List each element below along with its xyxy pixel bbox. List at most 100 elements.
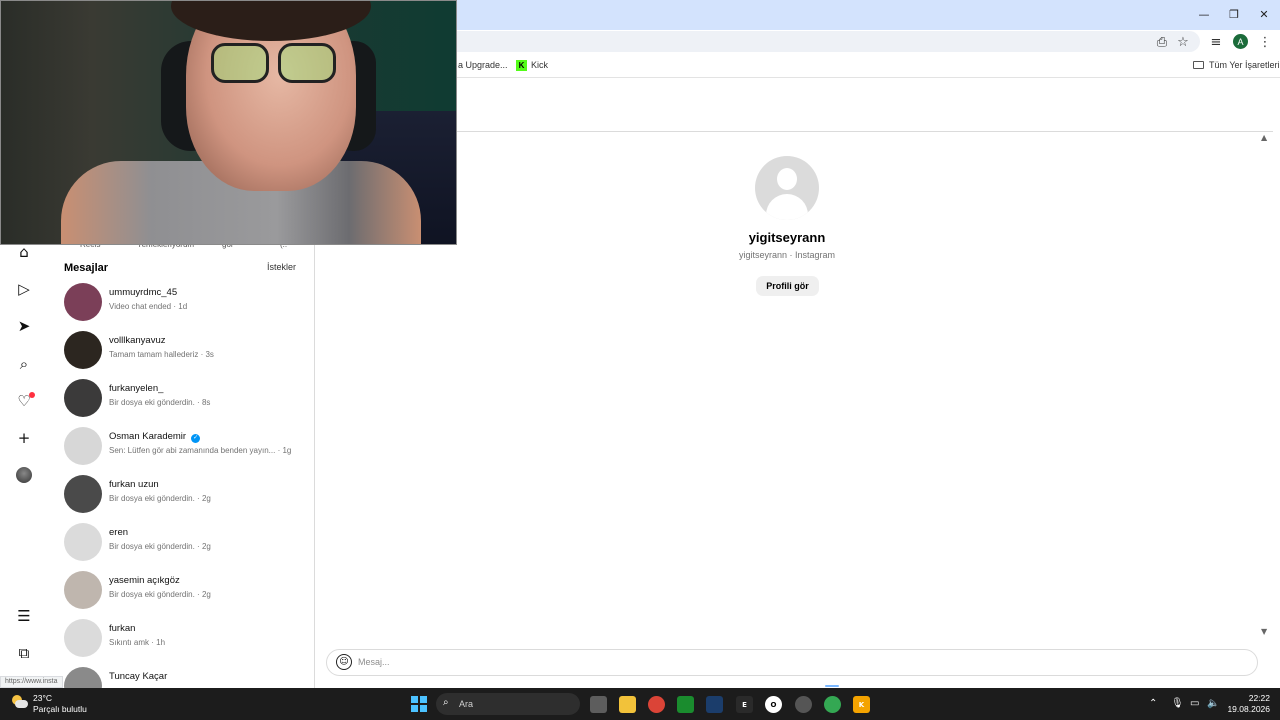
- conversation-name-text: furkan: [109, 623, 136, 634]
- chat-profile-avatar: [755, 156, 819, 220]
- search-icon[interactable]: ⌕: [14, 354, 34, 374]
- active-app-indicator: [825, 685, 839, 687]
- file-explorer-icon[interactable]: [619, 696, 636, 713]
- conversation-name-text: ummuyrdmc_45: [109, 287, 178, 298]
- tray-overflow-icon[interactable]: ⌃: [1149, 698, 1157, 709]
- scroll-down-icon[interactable]: ▼: [1261, 627, 1267, 636]
- conversation-name: Osman Karademir ✓: [109, 431, 201, 443]
- conversation-avatar: [64, 379, 102, 417]
- chrome-icon[interactable]: [648, 696, 665, 713]
- emoji-icon[interactable]: ☺: [336, 654, 352, 670]
- clock-date[interactable]: 19.08.2026: [1222, 704, 1270, 714]
- status-url-bubble: https://www.insta: [0, 676, 63, 688]
- apps-icon[interactable]: ⧉: [14, 643, 34, 663]
- weather-temperature[interactable]: 23°C: [33, 693, 52, 703]
- obs-icon[interactable]: O: [765, 696, 782, 713]
- view-profile-button[interactable]: Profili gör: [756, 276, 819, 296]
- scroll-up-icon[interactable]: ▲: [1261, 133, 1267, 142]
- minimize-icon[interactable]: —: [1194, 6, 1214, 22]
- chat-profile-name: yigitseyrann: [748, 230, 826, 245]
- weather-icon[interactable]: [12, 695, 28, 709]
- home-icon[interactable]: ⌂: [14, 242, 34, 262]
- chat-profile-subtitle: yigitseyrann · Instagram: [738, 250, 836, 260]
- reading-list-icon[interactable]: ≡: [1207, 33, 1225, 51]
- chat-header-divider: [315, 131, 1273, 132]
- conversation-name-text: Tuncay Kaçar: [109, 671, 168, 682]
- taskbar-search-icon: ⌕: [443, 697, 449, 708]
- conversation-preview: Bir dosya eki gönderdin. · 8s: [109, 398, 211, 407]
- folder-icon: [1193, 61, 1204, 69]
- conversation-name: volllkanyavuz: [109, 335, 166, 346]
- messages-icon[interactable]: ➤: [14, 316, 34, 336]
- glasses-left-lens: [211, 43, 269, 83]
- conversation-preview: Bir dosya eki gönderdin. · 2g: [109, 590, 211, 599]
- conversation-avatar: [64, 283, 102, 321]
- browser-profile-avatar[interactable]: A: [1233, 34, 1248, 49]
- conversation-name-text: furkanyelen_: [109, 383, 164, 394]
- profile-avatar[interactable]: [16, 467, 32, 483]
- conversation-name: furkan uzun: [109, 479, 159, 490]
- restore-icon[interactable]: ❐: [1224, 6, 1244, 22]
- settings-app-icon[interactable]: [795, 696, 812, 713]
- conversation-name: eren: [109, 527, 128, 538]
- conversation-name-text: volllkanyavuz: [109, 335, 166, 346]
- messages-title: Mesajlar: [64, 262, 109, 274]
- conversation-name: furkan: [109, 623, 135, 634]
- bookmark-kick[interactable]: Kick: [531, 60, 548, 70]
- requests-link[interactable]: İstekler: [267, 262, 296, 272]
- reels-icon[interactable]: ▷: [14, 279, 34, 299]
- windows-taskbar: [0, 688, 1280, 720]
- conversation-avatar: [64, 331, 102, 369]
- conversation-row[interactable]: furkan uzun Bir dosya eki gönderdin. · 2g: [62, 473, 312, 517]
- browser-menu-icon[interactable]: ⋮: [1256, 33, 1274, 51]
- install-app-icon[interactable]: ⎙: [1153, 33, 1171, 51]
- taskbar-search-label: Ara: [459, 699, 474, 709]
- conversation-row[interactable]: eren Bir dosya eki gönderdin. · 2g: [62, 521, 312, 565]
- conversation-name-text: Osman Karademir: [109, 431, 187, 442]
- address-bar[interactable]: [440, 31, 1200, 52]
- bookmark-star-icon[interactable]: ☆: [1174, 33, 1192, 51]
- clock-time[interactable]: 22:22: [1230, 693, 1270, 703]
- conversation-row[interactable]: furkan Sıkıntı amk · 1h: [62, 617, 312, 661]
- display-icon[interactable]: ▭: [1190, 698, 1199, 709]
- glasses-right-lens: [278, 43, 336, 83]
- nvidia-icon[interactable]: [677, 696, 694, 713]
- conversation-avatar: [64, 427, 102, 465]
- conversation-avatar: [64, 571, 102, 609]
- all-bookmarks-button[interactable]: Tüm Yer İşaretleri: [1209, 60, 1280, 70]
- conversation-preview: Sen: Lütfen gör abi zamanında benden yay…: [109, 446, 292, 455]
- conversation-preview: Tamam tamam hallederiz · 3s: [109, 350, 214, 359]
- conversation-name: ummuyrdmc_45: [109, 287, 177, 298]
- conversation-avatar: [64, 475, 102, 513]
- conversation-row[interactable]: ummuyrdmc_45 Video chat ended · 1d: [62, 281, 312, 325]
- conversation-avatar: [64, 523, 102, 561]
- bookmark-upgrade[interactable]: a Upgrade...: [458, 60, 508, 70]
- close-icon[interactable]: ✕: [1254, 6, 1274, 22]
- volume-icon[interactable]: 🔈: [1207, 698, 1219, 709]
- conversation-preview: Bir dosya eki gönderdin. · 2g: [109, 542, 211, 551]
- conversation-row[interactable]: yasemin açıkgöz Bir dosya eki gönderdin. …: [62, 569, 312, 613]
- conversation-preview: Video chat ended · 1d: [109, 302, 188, 311]
- conversation-name-text: furkan uzun: [109, 479, 159, 490]
- conversation-name: Tuncay Kaçar: [109, 671, 167, 682]
- conversation-preview: Sıkıntı amk · 1h: [109, 638, 166, 647]
- task-view-icon[interactable]: [590, 696, 607, 713]
- taskbar-search[interactable]: [436, 693, 580, 715]
- kick-app-icon[interactable]: K: [853, 696, 870, 713]
- create-icon[interactable]: +: [14, 428, 34, 448]
- message-input[interactable]: [358, 654, 1238, 670]
- epic-games-icon[interactable]: E: [736, 696, 753, 713]
- conversation-row[interactable]: volllkanyavuz Tamam tamam hallederiz · 3s: [62, 329, 312, 373]
- conversation-row[interactable]: furkanyelen_ Bir dosya eki gönderdin. · 8…: [62, 377, 312, 421]
- conversation-name-text: eren: [109, 527, 129, 538]
- microphone-icon[interactable]: 🎙: [1171, 698, 1184, 709]
- conversation-row[interactable]: Osman Karademir ✓ Sen: Lütfen gör abi zama…: [62, 425, 312, 469]
- start-button[interactable]: [411, 696, 427, 712]
- conversation-preview: Bir dosya eki gönderdin. · 2g: [109, 494, 211, 503]
- kick-logo-icon: K: [516, 60, 527, 71]
- notification-dot: [29, 392, 35, 398]
- steam-icon[interactable]: [706, 696, 723, 713]
- weather-condition[interactable]: Parçalı bulutlu: [33, 704, 87, 714]
- chrome-active-icon[interactable]: [824, 696, 841, 713]
- more-menu-icon[interactable]: ☰: [14, 606, 34, 626]
